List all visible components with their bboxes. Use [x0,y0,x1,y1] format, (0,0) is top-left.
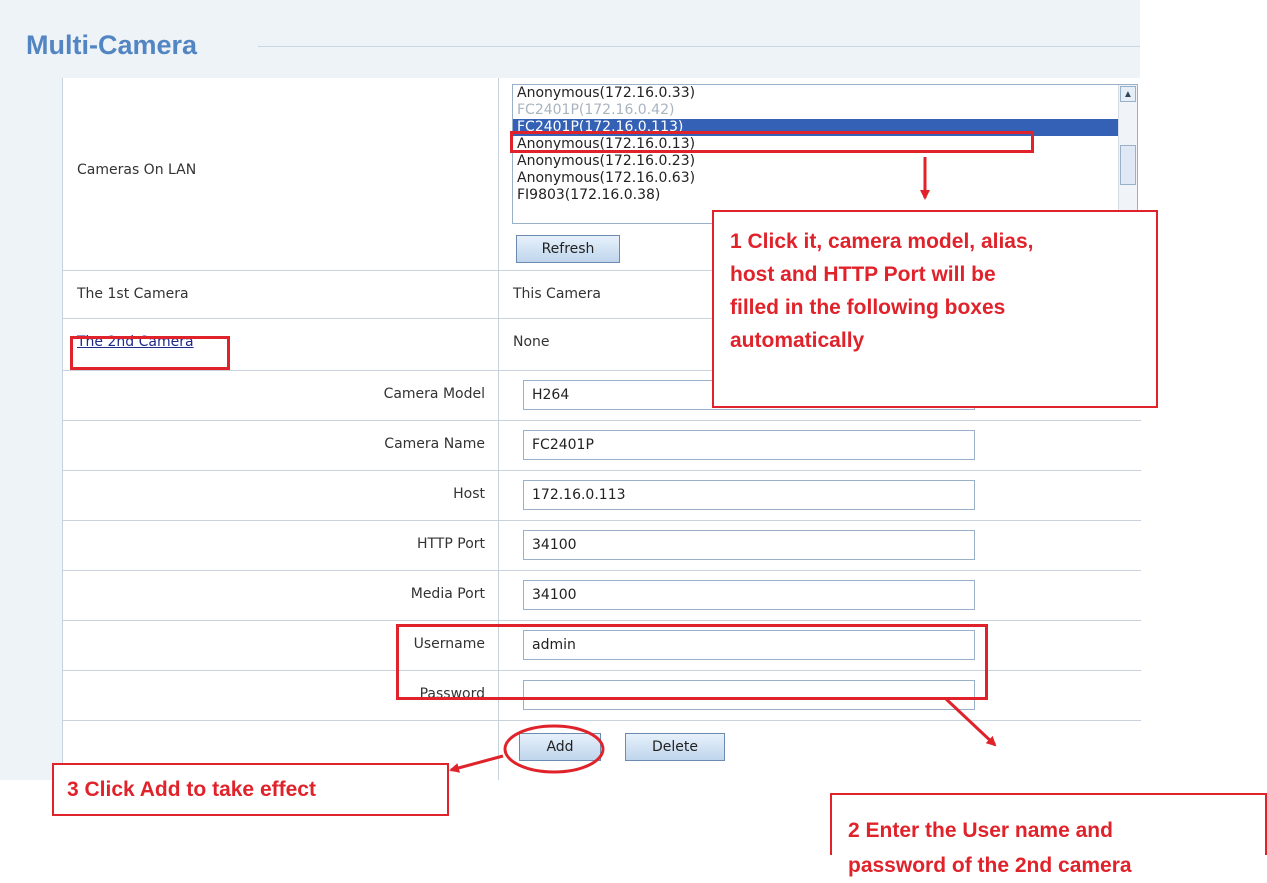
list-item[interactable]: Anonymous(172.16.0.13) [513,136,1137,153]
password-field[interactable] [523,680,975,710]
second-camera-link[interactable]: The 2nd Camera [77,334,194,350]
list-item[interactable]: Anonymous(172.16.0.63) [513,170,1137,187]
cameras-on-lan-label: Cameras On LAN [77,162,197,178]
camera-name-row: Camera Name FC2401P [63,420,1141,471]
username-field[interactable]: admin [523,630,975,660]
camera-model-label: Camera Model [383,386,485,402]
camera-name-label: Camera Name [384,436,485,452]
media-port-label: Media Port [410,586,485,602]
callout-line: 2 Enter the User name and [848,819,1113,842]
scrollbar-thumb[interactable] [1120,145,1136,185]
media-port-field[interactable]: 34100 [523,580,975,610]
callout-line: automatically [730,329,865,352]
host-row: Host 172.16.0.113 [63,470,1141,521]
password-row: Password [63,670,1141,721]
list-item[interactable]: FI9803(172.16.0.38) [513,187,1137,204]
cameras-on-lan-listbox[interactable]: Anonymous(172.16.0.33) FC2401P(172.16.0.… [512,84,1138,224]
scroll-up-icon[interactable]: ▲ [1120,86,1136,102]
host-label: Host [453,486,485,502]
step1-callout: 1 Click it, camera model, alias, host an… [712,210,1158,408]
first-camera-value: This Camera [513,286,601,302]
delete-button[interactable]: Delete [625,733,725,761]
page-title: Multi-Camera [26,30,198,60]
callout-line: filled in the following boxes [730,296,1006,319]
second-camera-value: None [513,334,550,350]
username-row: Username admin [63,620,1141,671]
callout-line: host and HTTP Port will be [730,263,996,286]
host-field[interactable]: 172.16.0.113 [523,480,975,510]
list-item[interactable]: Anonymous(172.16.0.23) [513,153,1137,170]
title-divider [258,46,1140,47]
list-item[interactable]: Anonymous(172.16.0.33) [513,85,1137,102]
list-item[interactable]: FC2401P(172.16.0.42) [513,102,1137,119]
listbox-scrollbar[interactable]: ▲ [1118,85,1137,223]
first-camera-label: The 1st Camera [77,286,189,302]
callout-line: password of the 2nd camera [848,854,1132,877]
multi-camera-form: Cameras On LAN Anonymous(172.16.0.33) FC… [62,78,1141,780]
step3-callout: 3 Click Add to take effect [52,763,449,816]
add-button[interactable]: Add [519,733,601,761]
callout-line: 1 Click it, camera model, alias, [730,230,1034,253]
refresh-button[interactable]: Refresh [516,235,620,263]
http-port-label: HTTP Port [416,536,485,552]
media-port-row: Media Port 34100 [63,570,1141,621]
password-label: Password [419,686,485,702]
http-port-field[interactable]: 34100 [523,530,975,560]
step2-callout: 2 Enter the User name and password of th… [830,793,1267,877]
camera-name-field[interactable]: FC2401P [523,430,975,460]
username-label: Username [413,636,485,652]
http-port-row: HTTP Port 34100 [63,520,1141,571]
list-item-selected[interactable]: FC2401P(172.16.0.113) [513,119,1137,136]
